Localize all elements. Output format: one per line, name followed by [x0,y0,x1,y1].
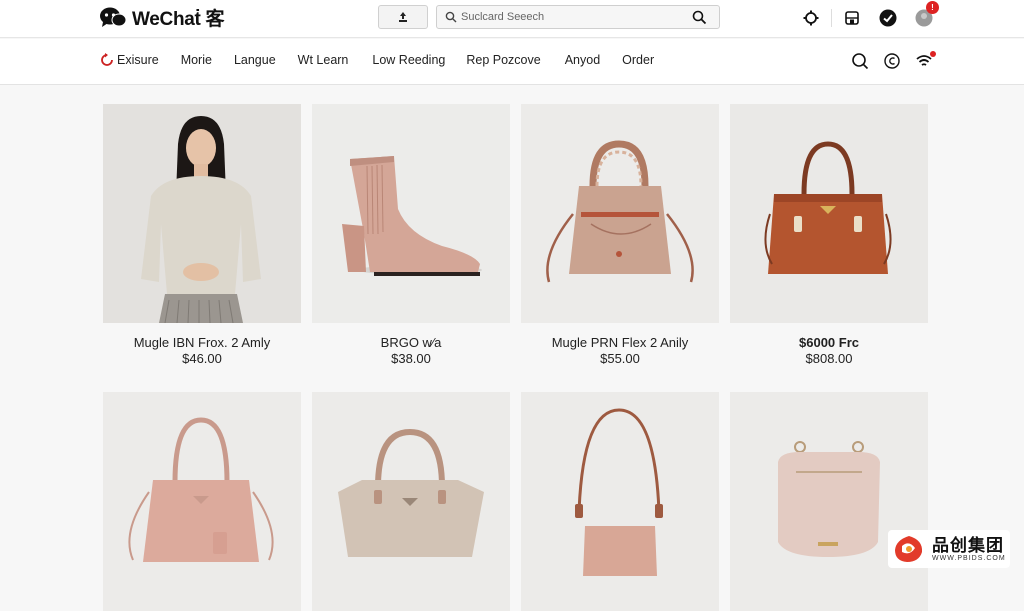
nav-label: Exisure [117,53,159,67]
product-name[interactable]: Mugle IBN Frox. 2 Amly [103,335,301,350]
product-name[interactable]: BRGO w∕a [312,335,510,350]
verified-icon[interactable] [877,7,899,29]
product-image-brown-handbag[interactable] [730,104,928,323]
product-image-shoulder-bag[interactable] [521,392,719,611]
product-image-pouch-bag[interactable] [730,392,928,611]
brand-mark-icon [895,536,923,562]
nav-actions [850,51,936,71]
nav-item-anyod[interactable]: Anyod [565,53,600,67]
product-card[interactable]: BRGO w∕a $38.00 [312,104,510,366]
category-nav: Exisure Morie Langue Wt Learn Low Reedin… [0,39,1024,85]
alert-dot [930,51,936,57]
refresh-icon [101,53,113,66]
search-submit-icon[interactable] [692,10,707,25]
app-title: WeChaṫ 客 [132,8,225,30]
nav-item-rep-pozcove[interactable]: Rep Pozcove [466,53,540,67]
nav-item-exisure[interactable]: Exisure [100,53,159,67]
search-bar[interactable] [436,5,720,29]
product-card[interactable] [312,392,510,611]
divider [831,9,832,27]
avatar[interactable]: ! [913,1,939,29]
product-price: $46.00 [182,351,222,366]
nav-item-wt-learn[interactable]: Wt Learn [298,53,349,67]
upload-icon [399,12,407,22]
product-price: $55.00 [600,351,640,366]
chat-bubble-icon [99,6,127,28]
app-logo[interactable]: WeChaṫ 客 [99,4,225,30]
wifi-icon[interactable] [914,51,936,71]
nav-item-langue[interactable]: Langue [234,53,276,67]
product-card[interactable] [103,392,301,611]
shop-icon[interactable] [841,7,863,29]
top-bar: WeChaṫ 客 Suclcard Seeech ! [0,0,1024,38]
nav-item-low-reeding[interactable]: Low Reeding [372,53,445,67]
product-card[interactable] [730,392,928,611]
product-price: $808.00 [805,351,853,366]
top-actions: ! [800,1,939,29]
currency-icon[interactable] [882,51,902,71]
product-image-beige-tote[interactable] [312,392,510,611]
product-card[interactable]: Mugle IBN Frox. 2 Amly $46.00 [103,104,301,366]
product-image-woman-sweater[interactable] [103,104,301,323]
watermark-url: WWW.PBIDS.COM [932,554,1006,562]
settings-icon[interactable] [800,7,822,29]
nav-list: Exisure Morie Langue Wt Learn Low Reedin… [100,53,654,67]
search-input[interactable] [461,8,681,26]
product-price: $38.00 [391,351,431,366]
product-card[interactable]: Mugle PRN Flex 2 Anily $55.00 [521,104,719,366]
product-image-woven-handle-bag[interactable] [521,104,719,323]
watermark-title: 品创集团 [932,535,1004,555]
product-image-pink-ankle-boot[interactable] [312,104,510,323]
watermark-logo: 品创集团 WWW.PBIDS.COM [888,530,1010,568]
product-card[interactable]: $6000 Frc $808.00 [730,104,928,366]
product-name[interactable]: $6000 Frc [730,335,928,350]
nav-item-order[interactable]: Order [622,53,654,67]
product-card[interactable] [521,392,719,611]
upload-button[interactable] [378,5,428,29]
product-image-pink-tote[interactable] [103,392,301,611]
notification-badge: ! [926,1,939,14]
product-name[interactable]: Mugle PRN Flex 2 Anily [521,335,719,350]
watermark-text: 品创集团 WWW.PBIDS.COM [932,535,1006,562]
search-icon [445,11,457,23]
search-icon[interactable] [850,51,870,71]
nav-item-morie[interactable]: Morie [181,53,212,67]
